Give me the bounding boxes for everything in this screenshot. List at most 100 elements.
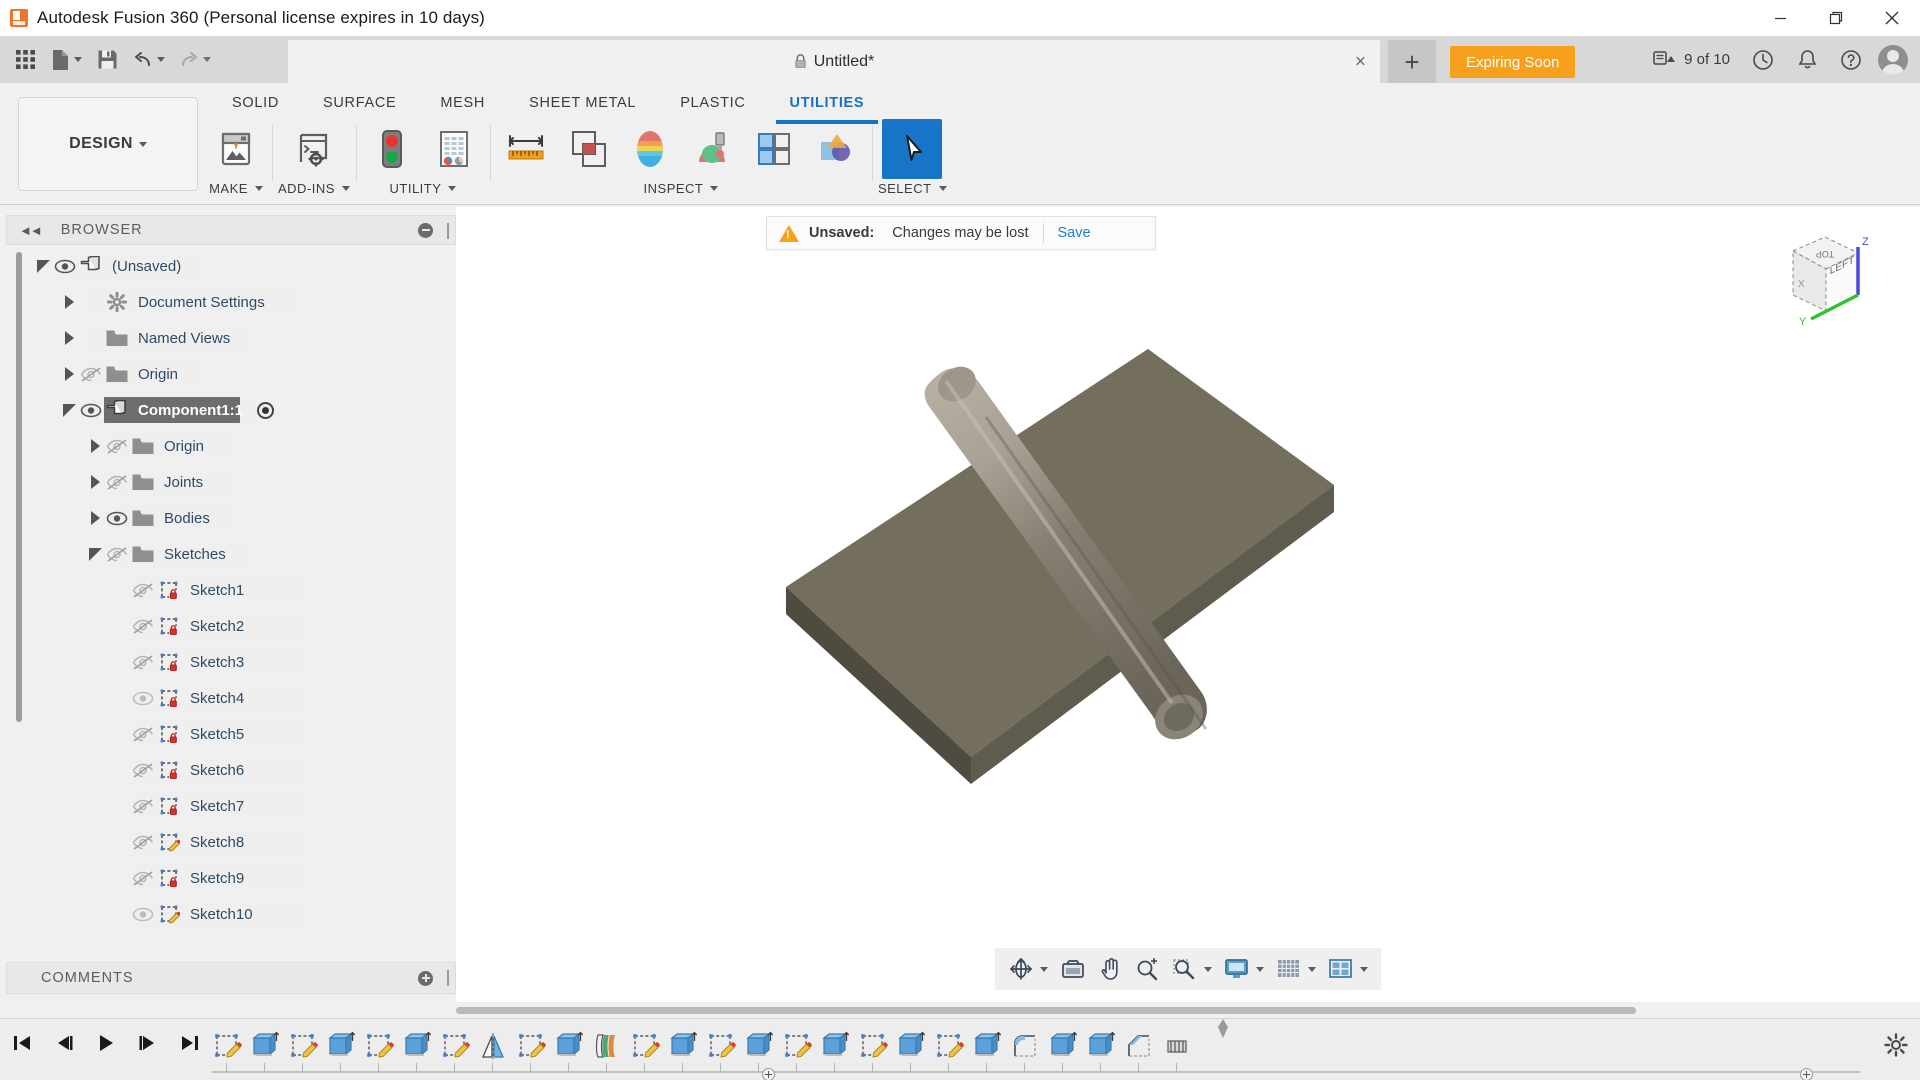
panel-select-label[interactable]: SELECT (878, 181, 947, 196)
expand-triangle-right-icon[interactable] (60, 329, 78, 347)
visibility-on-icon[interactable] (130, 689, 156, 707)
panel-resize-handle[interactable] (447, 223, 449, 239)
tree-item-sketch10[interactable]: Sketch10 (6, 896, 456, 932)
extrude-feature-icon[interactable] (1082, 1026, 1120, 1066)
select-cursor-icon[interactable] (882, 119, 942, 179)
sketch-feature-icon[interactable] (778, 1026, 816, 1066)
3d-print-icon[interactable] (206, 119, 266, 179)
visibility-off-icon[interactable] (130, 653, 156, 671)
extrude-feature-icon[interactable] (550, 1026, 588, 1066)
visibility-off-icon[interactable] (78, 365, 104, 383)
tree-item-component1-1[interactable]: Component1:1 (6, 392, 456, 428)
expand-triangle-down-icon[interactable] (34, 257, 52, 275)
timeline-playhead[interactable] (1216, 1019, 1230, 1039)
chamfer-feature-icon[interactable] (1120, 1026, 1158, 1066)
activate-component-radio[interactable] (257, 402, 274, 419)
look-at-icon[interactable] (1055, 950, 1091, 988)
tree-item-sketch3[interactable]: Sketch3 (6, 644, 456, 680)
user-avatar[interactable] (1878, 45, 1908, 75)
extrude-feature-icon[interactable] (892, 1026, 930, 1066)
tree-item-origin[interactable]: Origin (6, 428, 456, 464)
hinge-model[interactable] (786, 337, 1526, 807)
new-tab-button[interactable]: + (1388, 40, 1436, 83)
timeline-settings-icon[interactable] (1884, 1033, 1908, 1062)
section-analysis-icon[interactable] (744, 119, 804, 179)
tab-plastic[interactable]: PLASTIC (658, 91, 767, 115)
combine-feature-icon[interactable] (588, 1026, 626, 1066)
extrude-feature-icon[interactable] (968, 1026, 1006, 1066)
visibility-off-icon[interactable] (130, 581, 156, 599)
sketch-feature-icon[interactable] (284, 1026, 322, 1066)
collapse-left-icon[interactable]: ◄◄ (19, 223, 41, 238)
sketch-feature-icon[interactable] (854, 1026, 892, 1066)
panel-make-label[interactable]: MAKE (209, 181, 263, 196)
new-document-icon[interactable] (44, 40, 88, 80)
bell-icon[interactable] (1788, 40, 1826, 80)
redo-icon[interactable] (172, 40, 216, 80)
sketch-feature-icon[interactable] (208, 1026, 246, 1066)
recent-history-icon[interactable] (1744, 40, 1782, 80)
sketch-feature-icon[interactable] (702, 1026, 740, 1066)
display-settings-icon[interactable] (1219, 950, 1269, 988)
interference-icon[interactable] (558, 119, 618, 179)
fit-icon[interactable] (1167, 950, 1217, 988)
help-icon[interactable] (1832, 40, 1870, 80)
expand-triangle-right-icon[interactable] (86, 509, 104, 527)
visibility-off-icon[interactable] (130, 725, 156, 743)
tab-utilities[interactable]: UTILITIES (768, 91, 887, 115)
visibility-off-icon[interactable] (130, 761, 156, 779)
extrude-feature-icon[interactable] (322, 1026, 360, 1066)
zebra-analysis-icon[interactable] (682, 119, 742, 179)
workspace-switcher[interactable]: DESIGN (18, 97, 198, 191)
viewport-horizontal-scrollbar[interactable] (456, 1007, 1636, 1014)
viewport-canvas[interactable]: Unsaved: Changes may be lost Save (456, 207, 1920, 1002)
tree-item-sketch6[interactable]: Sketch6 (6, 752, 456, 788)
expand-triangle-down-icon[interactable] (60, 401, 78, 419)
maximize-icon[interactable] (1808, 0, 1864, 36)
sketch-feature-icon[interactable] (626, 1026, 664, 1066)
extrude-feature-icon[interactable] (398, 1026, 436, 1066)
view-cube[interactable]: TOP LEFT Z Y X (1763, 225, 1878, 335)
visibility-off-icon[interactable] (130, 869, 156, 887)
expand-triangle-right-icon[interactable] (86, 437, 104, 455)
tree-item-origin[interactable]: Origin (6, 356, 456, 392)
extrude-feature-icon[interactable] (740, 1026, 778, 1066)
tab-mesh[interactable]: MESH (418, 91, 507, 115)
go-to-beginning-icon[interactable] (8, 1029, 36, 1057)
add-comment-icon[interactable] (418, 971, 433, 986)
visibility-off-icon[interactable] (130, 833, 156, 851)
grid-snaps-icon[interactable] (1271, 950, 1321, 988)
minimize-icon[interactable] (1752, 0, 1808, 36)
expiring-soon-button[interactable]: Expiring Soon (1450, 46, 1575, 78)
visibility-off-icon[interactable] (104, 473, 130, 491)
measure-icon[interactable] (496, 119, 556, 179)
visibility-off-icon[interactable] (130, 617, 156, 635)
tab-solid[interactable]: SOLID (210, 91, 301, 115)
tab-surface[interactable]: SURFACE (301, 91, 418, 115)
close-icon[interactable] (1864, 0, 1920, 36)
tree-item-sketch7[interactable]: Sketch7 (6, 788, 456, 824)
minimize-panel-icon[interactable] (418, 223, 433, 238)
timeline-expand-left-icon[interactable] (762, 1068, 775, 1080)
compute-all-icon[interactable] (362, 119, 422, 179)
visibility-off-icon[interactable] (104, 437, 130, 455)
mirror-feature-icon[interactable] (474, 1026, 512, 1066)
scripts-and-addins-icon[interactable] (284, 119, 344, 179)
play-icon[interactable] (92, 1029, 120, 1057)
tree-item-sketch9[interactable]: Sketch9 (6, 860, 456, 896)
curvature-comb-icon[interactable] (620, 119, 680, 179)
sketch-feature-icon[interactable] (360, 1026, 398, 1066)
sketch-feature-icon[interactable] (512, 1026, 550, 1066)
tree-item-bodies[interactable]: Bodies (6, 500, 456, 536)
expand-triangle-right-icon[interactable] (86, 473, 104, 491)
extrude-feature-icon[interactable] (816, 1026, 854, 1066)
sketch-feature-icon[interactable] (930, 1026, 968, 1066)
tree-item-named-views[interactable]: Named Views (6, 320, 456, 356)
panel-utility-label[interactable]: UTILITY (390, 181, 457, 196)
tree-item-sketch5[interactable]: Sketch5 (6, 716, 456, 752)
tab-sheet-metal[interactable]: SHEET METAL (507, 91, 658, 115)
panel-addins-label[interactable]: ADD-INS (278, 181, 350, 196)
tree-item-joints[interactable]: Joints (6, 464, 456, 500)
tree-item-sketch2[interactable]: Sketch2 (6, 608, 456, 644)
visibility-off-icon[interactable] (130, 797, 156, 815)
